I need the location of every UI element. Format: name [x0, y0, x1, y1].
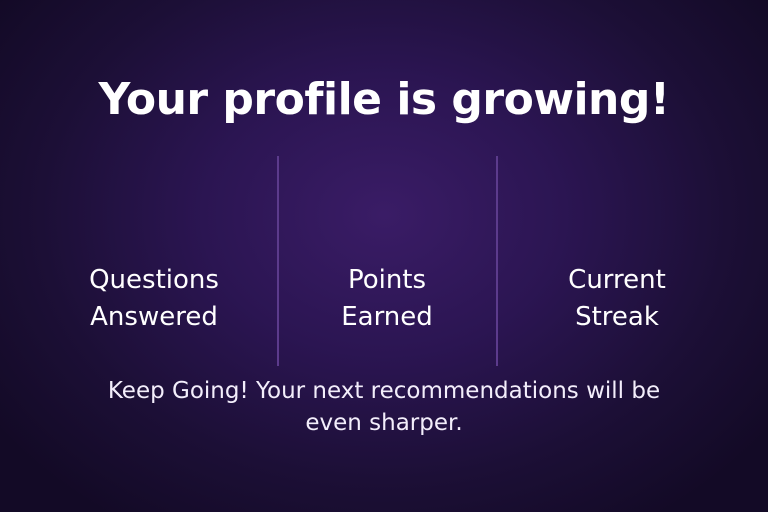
stat-points-earned: Points Earned — [272, 262, 502, 336]
encouragement-message: Keep Going! Your next recommendations wi… — [107, 378, 661, 436]
stat-label-line: Points — [347, 265, 427, 295]
stat-label-line: Streak — [575, 302, 659, 332]
stat-label-line: Current — [568, 265, 666, 295]
stat-label-line: Earned — [341, 302, 433, 332]
stat-current-streak: Current Streak — [502, 262, 732, 336]
page-title: Your profile is growing! — [98, 74, 670, 125]
stat-label-line: Answered — [90, 302, 218, 332]
stat-label-line: Questions — [89, 265, 219, 295]
stat-questions-answered: Questions Answered — [39, 262, 269, 336]
